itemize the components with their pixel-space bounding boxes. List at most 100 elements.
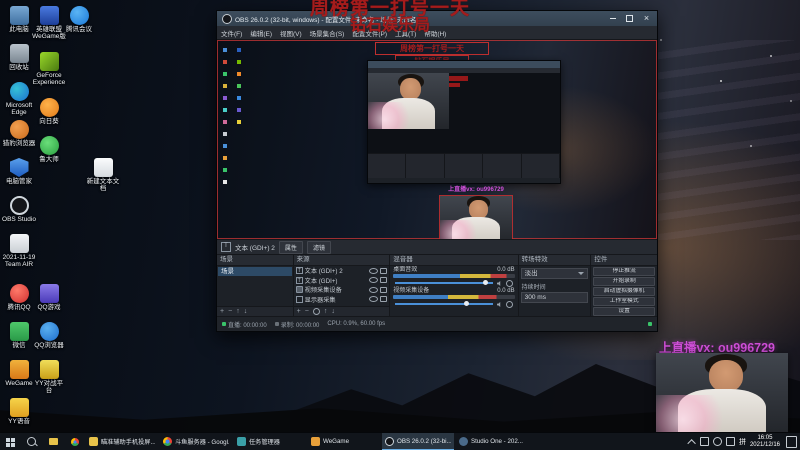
- taskbar-app-studio-one[interactable]: Studio One - 202...: [456, 433, 528, 450]
- lock-icon[interactable]: [380, 286, 388, 293]
- move-scene-down-button[interactable]: [244, 308, 248, 316]
- desktop-icon-wechat[interactable]: 微信: [2, 322, 36, 349]
- visibility-eye-icon[interactable]: [369, 296, 379, 303]
- desktop-icon-label: 微信: [12, 342, 26, 349]
- nested-desktop-icons: [223, 48, 227, 52]
- slider-knob[interactable]: [482, 280, 488, 285]
- desktop-icon-geforce[interactable]: GeForce Experience: [32, 52, 66, 86]
- settings-button[interactable]: 设置: [593, 307, 656, 316]
- source-properties-button[interactable]: 属性: [278, 240, 303, 254]
- banner-line2: 钻石娱乐局: [349, 15, 430, 34]
- desktop-icon-qq-games[interactable]: QQ游戏: [32, 284, 66, 311]
- desktop-icon-yy-battle[interactable]: YY对战平台: [32, 360, 66, 394]
- transition-select[interactable]: 淡出: [520, 268, 589, 279]
- desktop-icon-lol-wegame[interactable]: 英雄联盟WeGame版: [32, 6, 66, 40]
- desktop-icon-tencent-meeting[interactable]: 腾讯会议: [62, 6, 96, 33]
- desktop-icon-pc-manager[interactable]: 电脑管家: [2, 158, 36, 185]
- nested-obs-status-bar: [368, 178, 560, 183]
- desktop-icon-edge[interactable]: Microsoft Edge: [2, 82, 36, 116]
- desktop-icon-label: 腾讯会议: [66, 26, 92, 33]
- source-label: 显示器采集: [304, 296, 336, 304]
- lock-icon[interactable]: [380, 267, 388, 274]
- source-row[interactable]: 文本 (GDI+) 2: [294, 266, 390, 276]
- scene-item[interactable]: 场景: [218, 267, 292, 276]
- taskbar-app-aim-assist[interactable]: 瞄准辅助手机投屏...: [86, 433, 158, 450]
- desktop-icon-yy-voice[interactable]: YY语音: [2, 398, 36, 425]
- volume-icon[interactable]: [712, 437, 722, 446]
- nested-dock: [445, 154, 484, 178]
- remove-scene-button[interactable]: [228, 308, 232, 316]
- start-recording-button[interactable]: 开始录制: [593, 277, 656, 286]
- slider-track: [395, 282, 493, 284]
- ime-indicator[interactable]: 拼: [739, 437, 746, 447]
- tray-shield-icon[interactable]: [699, 437, 709, 446]
- remove-source-button[interactable]: [305, 308, 309, 316]
- desktop-icon-ludashi[interactable]: 鲁大师: [32, 136, 66, 163]
- visibility-eye-icon[interactable]: [369, 267, 379, 274]
- channel-gear-icon[interactable]: [505, 280, 513, 287]
- start-button[interactable]: [0, 433, 20, 450]
- volume-slider[interactable]: [393, 279, 514, 287]
- volume-slider[interactable]: [393, 300, 514, 308]
- desktop-icon-label: GeForce Experience: [32, 72, 66, 86]
- lock-icon[interactable]: [380, 277, 388, 284]
- search-button[interactable]: [20, 433, 42, 450]
- move-source-up-button[interactable]: [324, 308, 328, 316]
- desktop-icon-this-pc[interactable]: 此电脑: [2, 6, 36, 33]
- desktop-icon-browser[interactable]: 猎豹浏览器: [2, 120, 36, 147]
- taskbar-app-wegame[interactable]: WeGame: [308, 433, 380, 450]
- chrome-button[interactable]: [64, 433, 86, 450]
- lock-icon[interactable]: [380, 296, 388, 303]
- source-settings-gear-icon[interactable]: [312, 308, 320, 315]
- move-scene-up-button[interactable]: [236, 308, 240, 316]
- desktop-icon-new-text-doc[interactable]: 新建文本文档: [86, 158, 120, 192]
- speaker-icon[interactable]: [496, 280, 501, 287]
- maximize-button[interactable]: [621, 11, 638, 26]
- source-row[interactable]: 显示器采集: [294, 295, 390, 305]
- file-explorer-button[interactable]: [42, 433, 64, 450]
- taskbar-app-browser[interactable]: 斗鱼服务器 - Googl...: [160, 433, 232, 450]
- obs-preview[interactable]: 周榜第一打号一天 钻石娱乐局: [217, 40, 657, 239]
- desktop-icon-wegame[interactable]: WeGame: [2, 360, 36, 387]
- desktop-icon-file-team-air[interactable]: 2021-11-19 Team AIR: [2, 234, 36, 268]
- text-source-icon: [295, 267, 303, 275]
- minimize-button[interactable]: [604, 11, 621, 26]
- channel-gear-icon[interactable]: [505, 301, 513, 308]
- close-button[interactable]: [638, 11, 655, 26]
- obs-context-bar: 文本 (GDI+) 2 属性 滤镜: [217, 239, 657, 254]
- taskbar-app-task-manager[interactable]: 任务管理器: [234, 433, 306, 450]
- visibility-eye-icon[interactable]: [369, 277, 379, 284]
- cpu-status: CPU: 0.9%, 60.00 fps: [327, 321, 385, 327]
- tray-expand-chevron-icon[interactable]: [687, 438, 696, 448]
- source-filters-button[interactable]: 滤镜: [306, 240, 331, 254]
- studio-mode-button[interactable]: 工作室模式: [593, 297, 656, 306]
- desktop-icon-recycle-bin[interactable]: 回收站: [2, 44, 36, 71]
- move-source-down-button[interactable]: [331, 308, 335, 316]
- stop-streaming-button[interactable]: 停止推流: [593, 267, 656, 276]
- speaker-icon[interactable]: [496, 301, 501, 308]
- sources-list[interactable]: 文本 (GDI+) 2 文本 (GDI+) 视频采集设备: [293, 266, 390, 316]
- notification-center-icon[interactable]: [786, 435, 797, 448]
- desktop-icon-qq[interactable]: 腾讯QQ: [2, 284, 36, 311]
- obs-window[interactable]: OBS 26.0.2 (32-bit, windows) - 配置文件: 未命名…: [216, 10, 658, 332]
- clock[interactable]: 16:05 2021/12/16: [750, 435, 780, 449]
- desktop-icon-qq-browser[interactable]: QQ浏览器: [32, 322, 66, 349]
- scenes-list[interactable]: 场景: [217, 266, 293, 316]
- desktop-icon-sunflower[interactable]: 向日葵: [32, 98, 66, 125]
- visibility-eye-icon[interactable]: [369, 286, 379, 293]
- nested-obs-window: [367, 60, 561, 184]
- rec-time: 录制: 00:00:00: [280, 322, 320, 329]
- qq-icon: [9, 284, 29, 303]
- desktop-icon-obs-studio[interactable]: OBS Studio: [2, 196, 36, 223]
- taskbar-app-obs[interactable]: OBS 26.0.2 (32-bi...: [382, 433, 454, 450]
- add-source-button[interactable]: [297, 308, 301, 316]
- taskbar: 瞄准辅助手机投屏... 斗鱼服务器 - Googl... 任务管理器 WeGam…: [0, 432, 800, 450]
- source-row[interactable]: 视频采集设备: [294, 285, 390, 295]
- virtual-camera-button[interactable]: 启动虚拟摄像机: [593, 287, 656, 296]
- source-row[interactable]: 文本 (GDI+): [294, 276, 390, 286]
- slider-knob[interactable]: [463, 301, 469, 306]
- duration-input[interactable]: 300 ms: [520, 292, 589, 303]
- network-icon[interactable]: [725, 437, 735, 446]
- webcam-overlay: 上直播vx: ou996729: [640, 337, 794, 433]
- add-scene-button[interactable]: [220, 308, 224, 316]
